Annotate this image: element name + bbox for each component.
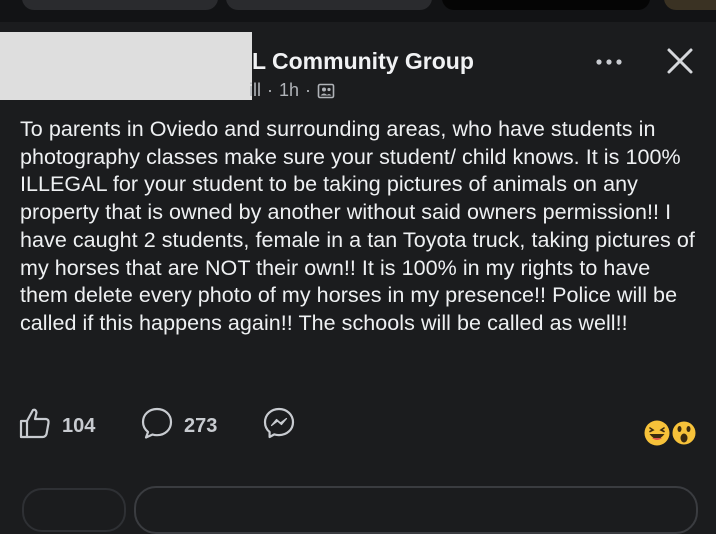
share-messenger-button[interactable] [262,404,296,448]
messenger-icon [262,406,296,446]
redacted-area [0,32,252,100]
group-members-icon [317,82,335,100]
story-card[interactable] [226,0,432,10]
story-card[interactable] [664,0,716,10]
thumbs-up-icon [18,406,52,446]
comment-composer-bar [0,470,716,534]
post-body: To parents in Oviedo and surrounding are… [20,117,695,335]
comment-bubble-icon [140,406,174,446]
comment-input[interactable] [134,486,698,534]
meta-separator: · [267,80,273,100]
like-button[interactable]: 104 [18,404,95,448]
story-card[interactable] [442,0,650,10]
surprised-face-icon [670,419,698,447]
laughing-face-icon [644,420,670,446]
story-card[interactable] [22,0,218,10]
like-count: 104 [62,414,96,437]
avatar[interactable] [22,488,126,532]
meta-separator: · [305,80,312,100]
stories-strip [0,0,716,22]
more-options-icon[interactable] [594,50,624,74]
post-meta: ill · 1h · [249,80,335,101]
post-time[interactable]: 1h [279,80,299,101]
comment-count: 273 [184,414,218,437]
reaction-summary[interactable] [642,418,702,448]
group-name[interactable]: L Community Group [252,48,474,75]
post-actions: 104 273 [18,404,716,448]
comment-button[interactable]: 273 [140,404,217,448]
author-name-fragment[interactable]: ill [249,80,261,101]
close-icon[interactable] [664,45,696,77]
